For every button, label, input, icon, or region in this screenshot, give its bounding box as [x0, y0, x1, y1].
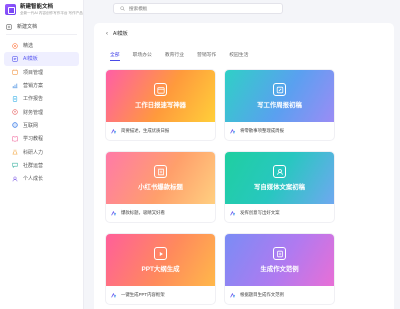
tab-all[interactable]: 全部	[110, 51, 120, 61]
topbar	[84, 0, 400, 18]
category-tabs: 全部 职场办公 教育行业 营销写作 校园生活	[110, 51, 261, 61]
presentation-icon	[154, 247, 167, 260]
user-icon	[12, 176, 18, 182]
card-title: 生成作文范例	[260, 266, 299, 273]
template-card[interactable]: 写工作周报初稿 将零散事项整理成周报	[225, 70, 334, 140]
sidebar-item-project[interactable]: 项目管理	[4, 66, 79, 79]
brand: 新建智能文档 全新一代AI 内容创作写作平台 写作产品	[0, 0, 83, 20]
sidebar: 新建智能文档 全新一代AI 内容创作写作平台 写作产品 新建文档 精选 AI模板…	[0, 0, 84, 309]
star-icon	[12, 42, 18, 49]
ai-logo-icon	[230, 128, 236, 134]
sidebar-item-label: 互联网	[23, 122, 39, 129]
search-icon	[120, 6, 125, 11]
plus-icon	[6, 23, 12, 30]
card-banner: 小红书爆款标题	[106, 152, 215, 204]
card-description: 将零散事项整理成周报	[240, 128, 284, 133]
card-description: 简要描述，生成优质日报	[121, 128, 170, 133]
card-banner: 写自媒体文案初稿	[225, 152, 334, 204]
internet-icon	[12, 122, 18, 129]
tab-education[interactable]: 教育行业	[165, 51, 184, 61]
card-footer: 一键生成PPT内容框架	[106, 286, 215, 304]
template-card[interactable]: 生成作文范例 根据题目生成作文范例	[225, 234, 334, 304]
sidebar-item-label: 社群运营	[23, 162, 44, 169]
sidebar-item-featured[interactable]: 精选	[4, 39, 79, 52]
sidebar-item-label: 学习教程	[23, 136, 44, 143]
template-icon	[12, 56, 18, 62]
card-footer: 爆款标题，吸睛又好看	[106, 204, 215, 222]
card-footer: 根据题目生成作文范例	[225, 286, 334, 304]
book-icon	[154, 165, 167, 178]
tab-office[interactable]: 职场办公	[133, 51, 152, 61]
breadcrumb: ‹ AI模板	[106, 30, 128, 38]
sidebar-item-marketing[interactable]: 营销方案	[4, 79, 79, 92]
community-icon	[12, 162, 18, 169]
card-footer: 将零散事项整理成周报	[225, 122, 334, 140]
sidebar-item-ai-templates[interactable]: AI模板	[4, 52, 79, 66]
app-logo-icon	[5, 4, 16, 15]
new-doc-button[interactable]: 新建文档	[0, 21, 83, 32]
breadcrumb-label: AI模板	[113, 31, 128, 37]
marketing-icon	[12, 83, 18, 89]
card-title: PPT大纲生成	[141, 266, 180, 273]
card-title: 工作日报速写神器	[134, 102, 187, 109]
card-description: 一键生成PPT内容框架	[121, 292, 165, 297]
card-description: 发挥创意写出好文案	[240, 210, 280, 215]
card-banner: 工作日报速写神器	[106, 70, 215, 122]
sidebar-item-internet[interactable]: 互联网	[4, 119, 79, 132]
card-banner: 生成作文范例	[225, 234, 334, 286]
back-arrow-icon[interactable]: ‹	[106, 31, 113, 37]
card-description: 根据题目生成作文范例	[240, 292, 284, 297]
user-icon	[273, 165, 286, 178]
sidebar-item-label: 个人成长	[23, 176, 44, 183]
ai-logo-icon	[111, 210, 117, 216]
template-card[interactable]: 小红书爆款标题 爆款标题，吸睛又好看	[106, 152, 215, 222]
template-card[interactable]: 工作日报速写神器 简要描述，生成优质日报	[106, 70, 215, 140]
ai-logo-icon	[111, 128, 117, 134]
template-panel: ‹ AI模板 全部 职场办公 教育行业 营销写作 校园生活 工作日报速写神器 简…	[94, 23, 394, 309]
card-title: 写工作周报初稿	[257, 102, 302, 109]
research-icon	[12, 149, 18, 155]
search-box[interactable]	[113, 3, 283, 14]
card-title: 小红书爆款标题	[138, 184, 183, 191]
new-doc-label: 新建文档	[17, 24, 38, 30]
ai-logo-icon	[230, 292, 236, 298]
tab-marketing[interactable]: 营销写作	[197, 51, 216, 61]
sidebar-item-learning[interactable]: 学习教程	[4, 132, 79, 145]
card-banner: PPT大纲生成	[106, 234, 215, 286]
sidebar-item-label: AI模板	[23, 56, 38, 63]
card-banner: 写工作周报初稿	[225, 70, 334, 122]
finance-icon	[12, 109, 18, 115]
app-title: 新建智能文档	[20, 4, 54, 10]
sidebar-item-label: 精选	[23, 43, 34, 50]
document-icon	[273, 247, 286, 260]
card-footer: 发挥创意写出好文案	[225, 204, 334, 222]
sidebar-item-label: 项目管理	[23, 69, 44, 76]
sidebar-item-label: 财务管理	[23, 109, 44, 116]
ai-logo-icon	[230, 210, 236, 216]
app-subtitle: 全新一代AI 内容创作写作平台 写作产品	[20, 11, 83, 15]
sidebar-item-label: 营销方案	[23, 83, 44, 90]
card-title: 写自媒体文案初稿	[253, 184, 306, 191]
sidebar-item-report[interactable]: 工作报告	[4, 92, 79, 105]
calendar-icon	[154, 83, 167, 96]
edit-doc-icon	[273, 83, 286, 96]
sidebar-item-research[interactable]: 科研人力	[4, 145, 79, 158]
search-input[interactable]	[129, 6, 269, 11]
ai-logo-icon	[111, 292, 117, 298]
template-card[interactable]: 写自媒体文案初稿 发挥创意写出好文案	[225, 152, 334, 222]
sidebar-item-community[interactable]: 社群运营	[4, 159, 79, 172]
divider	[6, 34, 77, 35]
project-icon	[12, 69, 18, 75]
report-icon	[12, 96, 18, 102]
template-card[interactable]: PPT大纲生成 一键生成PPT内容框架	[106, 234, 215, 304]
sidebar-item-growth[interactable]: 个人成长	[4, 172, 79, 185]
book-icon	[12, 136, 18, 142]
sidebar-item-label: 科研人力	[23, 149, 44, 156]
sidebar-item-label: 工作报告	[23, 96, 44, 103]
card-description: 爆款标题，吸睛又好看	[121, 210, 165, 215]
sidebar-item-finance[interactable]: 财务管理	[4, 105, 79, 118]
tab-campus[interactable]: 校园生活	[229, 51, 248, 61]
card-footer: 简要描述，生成优质日报	[106, 122, 215, 140]
